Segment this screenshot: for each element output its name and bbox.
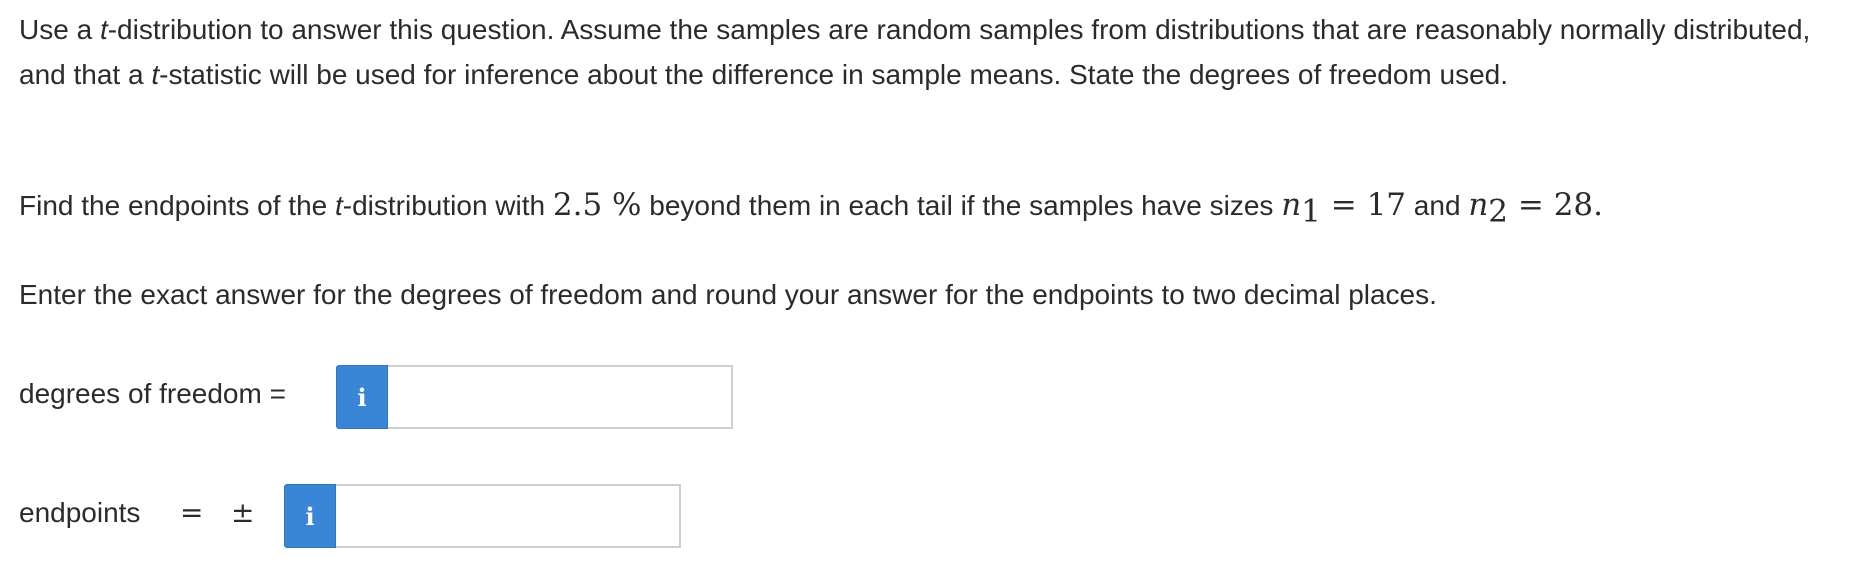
question-paragraph-instructions: Enter the exact answer for the degrees o… bbox=[19, 279, 1437, 310]
n1-variable: n bbox=[1281, 187, 1302, 223]
text-seg: and bbox=[1406, 190, 1469, 221]
tail-percent: 2.5 % bbox=[552, 187, 642, 223]
df-label: degrees of freedom = bbox=[19, 378, 286, 409]
endpoints-equals: = bbox=[180, 496, 204, 529]
plus-minus-sign: ± bbox=[231, 496, 255, 529]
df-info-button[interactable]: i bbox=[336, 365, 388, 429]
t-variable: t bbox=[151, 59, 160, 90]
n1-subscript: 1 bbox=[1301, 193, 1321, 230]
n2-variable: n bbox=[1468, 187, 1489, 223]
text-seg: -statistic will be used for inference ab… bbox=[159, 59, 1509, 90]
df-input[interactable] bbox=[388, 365, 733, 429]
t-variable: t bbox=[335, 190, 343, 221]
question-paragraph-endpoints: Find the endpoints of the t-distribution… bbox=[19, 183, 1603, 235]
text-seg: beyond them in each tail if the samples … bbox=[641, 190, 1282, 221]
question-paragraph-intro: Use a t-distribution to answer this ques… bbox=[19, 7, 1829, 97]
text-seg: -distribution with bbox=[342, 190, 553, 221]
text-seg: Use a bbox=[19, 14, 100, 45]
n1-value: 17 bbox=[1366, 187, 1407, 223]
info-icon: i bbox=[305, 501, 315, 531]
endpoints-input[interactable] bbox=[336, 484, 681, 548]
endpoints-info-button[interactable]: i bbox=[284, 484, 336, 548]
info-icon: i bbox=[357, 382, 367, 412]
equals-sign: = bbox=[1320, 187, 1367, 223]
n2-value: 28. bbox=[1553, 187, 1604, 223]
equals-sign: = bbox=[1508, 187, 1554, 223]
n2-subscript: 2 bbox=[1488, 193, 1509, 230]
t-variable: t bbox=[99, 14, 108, 45]
endpoints-label: endpoints bbox=[19, 497, 141, 528]
text-seg: Find the endpoints of the bbox=[19, 190, 335, 221]
